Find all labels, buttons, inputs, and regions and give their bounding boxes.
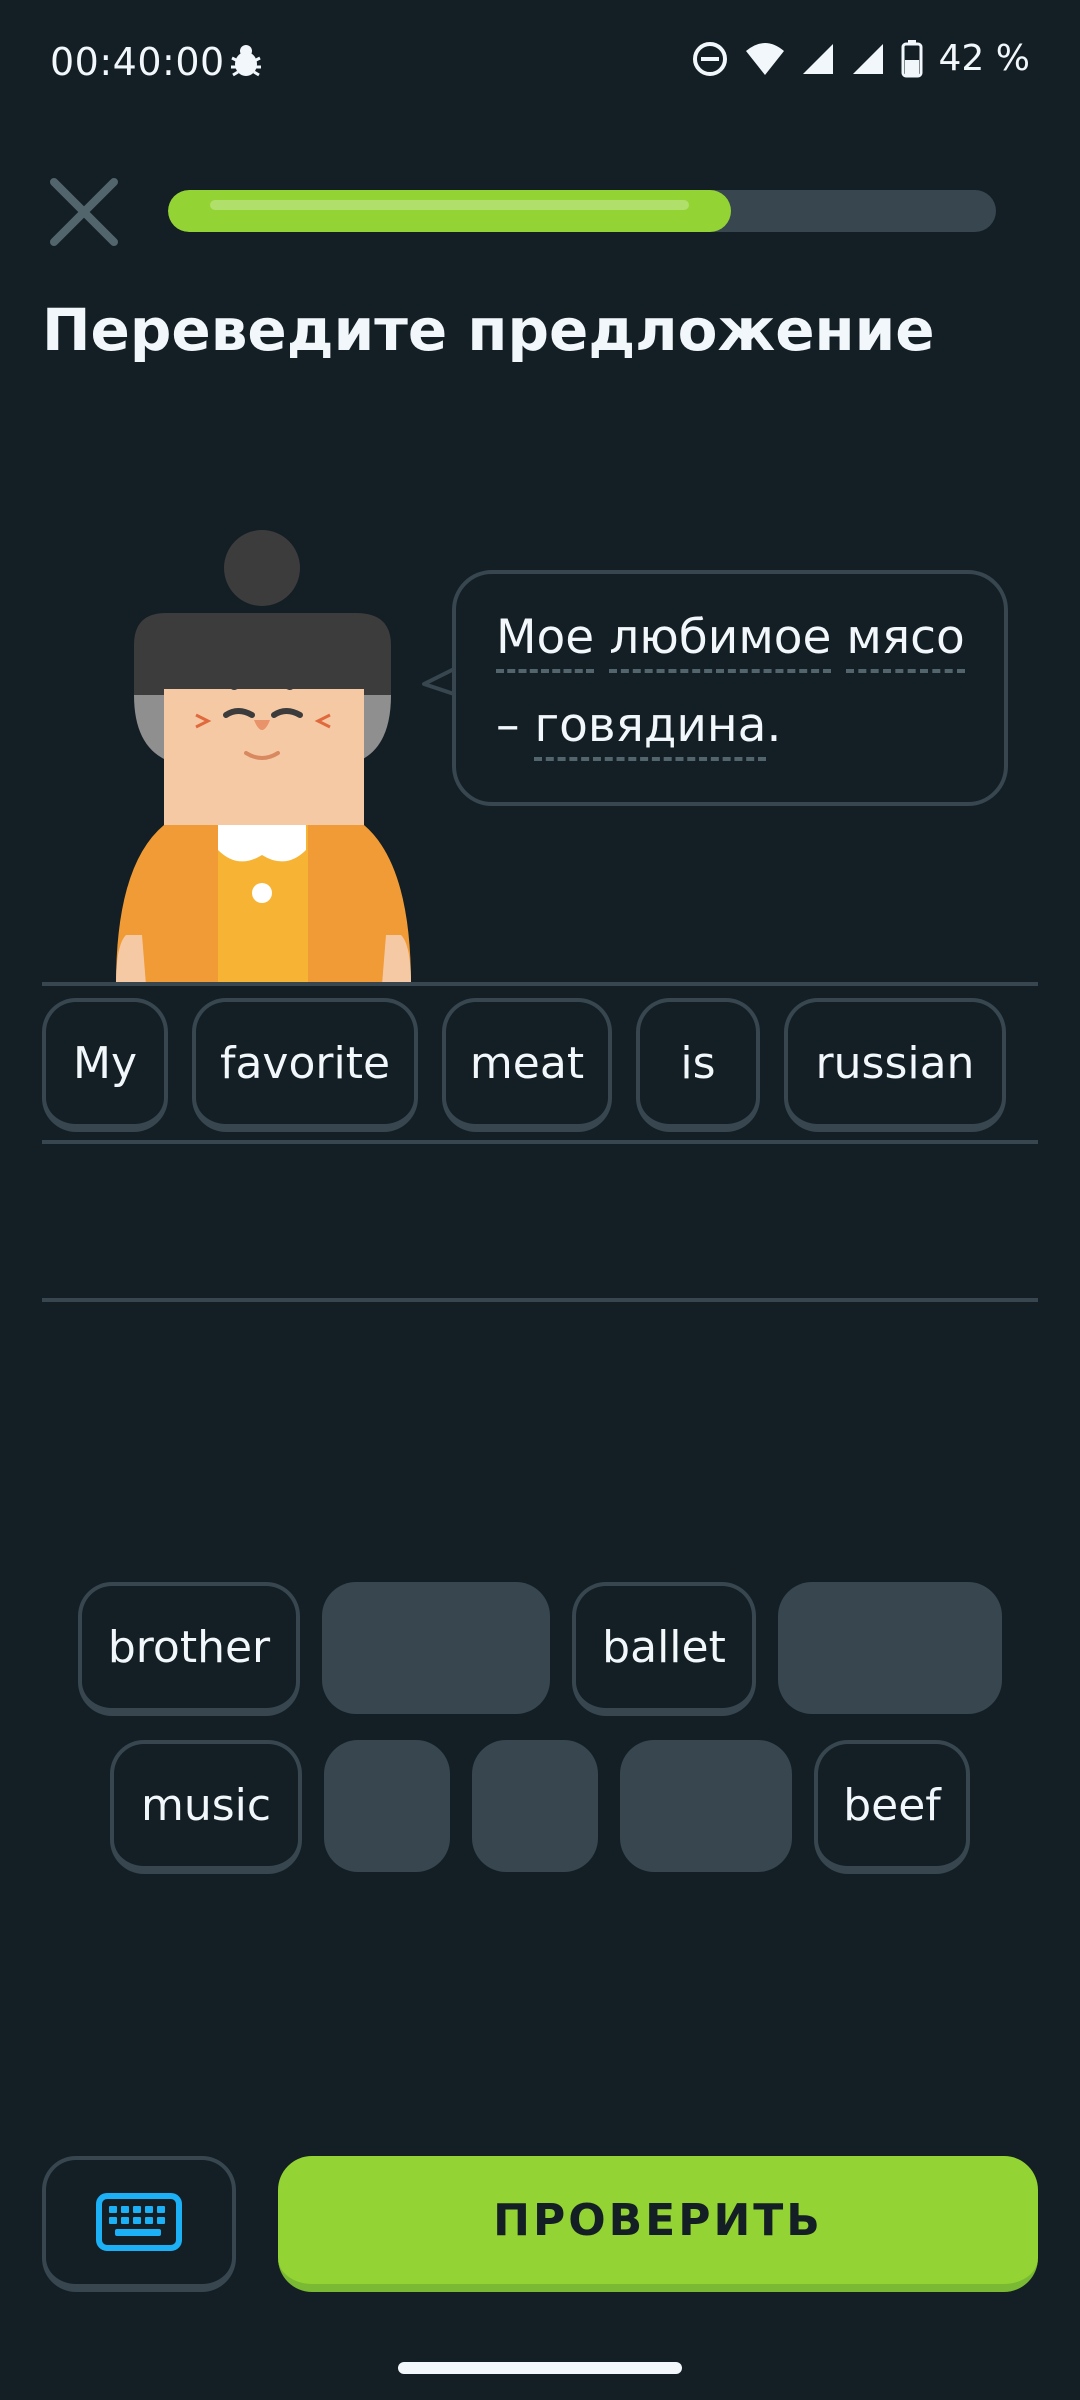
prompt-period: . bbox=[766, 698, 782, 753]
answer-word-chip[interactable]: meat bbox=[442, 998, 612, 1132]
word-bank-chip[interactable]: music bbox=[110, 1740, 302, 1874]
progress-fill bbox=[168, 190, 732, 232]
home-indicator[interactable] bbox=[398, 2362, 682, 2374]
check-button[interactable]: ПРОВЕРИТЬ bbox=[278, 2156, 1038, 2292]
keyboard-icon bbox=[96, 2193, 182, 2251]
signal-icon bbox=[852, 43, 883, 74]
word-bank-empty-slot bbox=[322, 1582, 550, 1714]
bug-icon bbox=[231, 45, 261, 77]
answer-line-bottom bbox=[42, 1298, 1038, 1302]
prompt-dash: – bbox=[496, 698, 520, 753]
signal-icon bbox=[802, 43, 833, 74]
close-icon[interactable] bbox=[44, 172, 124, 252]
do-not-disturb-icon bbox=[692, 41, 727, 76]
word-bank-empty-slot bbox=[778, 1582, 1002, 1714]
status-icons: 42 % bbox=[691, 38, 1030, 79]
prompt-word[interactable]: говядина bbox=[534, 698, 767, 761]
page-title: Переведите предложение bbox=[42, 296, 935, 364]
character-illustration bbox=[116, 530, 411, 985]
prompt-word[interactable]: Мое bbox=[496, 610, 595, 673]
word-bank-chip[interactable]: beef bbox=[814, 1740, 970, 1874]
keyboard-button[interactable] bbox=[42, 2156, 236, 2292]
battery-icon bbox=[901, 39, 923, 77]
answer-row: My favorite meat is russian bbox=[42, 998, 1006, 1132]
answer-line-middle bbox=[42, 1140, 1038, 1144]
status-time: 00:40:00 bbox=[50, 40, 225, 84]
answer-word-chip[interactable]: My bbox=[42, 998, 168, 1132]
prompt-line-1: Мое любимое мясо bbox=[496, 610, 965, 673]
battery-percentage: 42 % bbox=[938, 38, 1030, 79]
wifi-icon bbox=[745, 42, 784, 75]
word-bank-empty-slot bbox=[472, 1740, 598, 1872]
prompt-word[interactable]: любимое bbox=[609, 610, 832, 673]
answer-word-chip[interactable]: is bbox=[636, 998, 760, 1132]
answer-line-top bbox=[42, 982, 1038, 986]
prompt-line-2: – говядина. bbox=[496, 698, 782, 761]
answer-word-chip[interactable]: russian bbox=[784, 998, 1006, 1132]
word-bank-row: brother ballet bbox=[78, 1582, 1002, 1716]
progress-highlight bbox=[210, 200, 690, 210]
word-bank-row: music beef bbox=[110, 1740, 970, 1874]
word-bank-chip[interactable]: ballet bbox=[572, 1582, 756, 1716]
progress-bar bbox=[168, 190, 996, 232]
prompt-word[interactable]: мясо bbox=[846, 610, 965, 673]
speech-bubble: Мое любимое мясо – говядина. bbox=[452, 570, 1008, 806]
word-bank-empty-slot bbox=[620, 1740, 792, 1872]
word-bank-empty-slot bbox=[324, 1740, 450, 1872]
answer-word-chip[interactable]: favorite bbox=[192, 998, 418, 1132]
word-bank-chip[interactable]: brother bbox=[78, 1582, 300, 1716]
